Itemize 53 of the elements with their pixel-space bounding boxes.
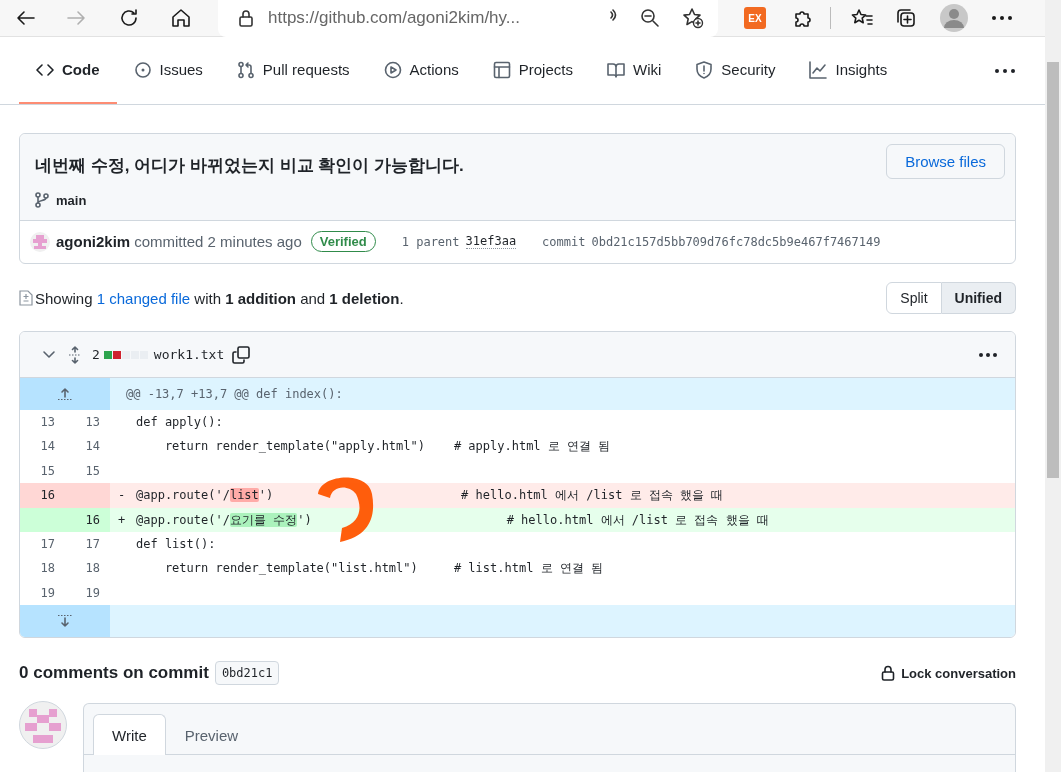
commit-title: 네번째 수정, 어디가 바뀌었는지 비교 확인이 가능합니다. bbox=[35, 155, 464, 177]
line-number[interactable]: 13 bbox=[65, 410, 110, 435]
line-number[interactable]: 19 bbox=[20, 580, 65, 606]
line-number[interactable]: 14 bbox=[20, 434, 65, 459]
nav-tab[interactable]: Actions bbox=[366, 37, 476, 104]
author-link[interactable]: agoni2kim bbox=[56, 233, 131, 250]
address-bar[interactable]: https://github.com/agoni2kim/hy... bbox=[218, 0, 718, 37]
nav-tab[interactable]: Security bbox=[678, 37, 793, 104]
line-number[interactable]: 16 bbox=[65, 507, 110, 532]
view-toggle-button[interactable]: Split bbox=[886, 282, 942, 314]
nav-tab[interactable]: Insights bbox=[792, 37, 905, 104]
line-number[interactable]: 18 bbox=[20, 556, 65, 581]
diff-sign: + bbox=[117, 511, 127, 529]
code-line: @app.route('/요기를 수정') # hello.html 에서 /list 로 접속 했을 때 bbox=[136, 512, 769, 527]
editor-tab[interactable]: Preview bbox=[165, 714, 258, 756]
line-number[interactable]: 15 bbox=[65, 458, 110, 484]
code-line: return render_template("apply.html") # apply.html 로 연결 됨 bbox=[163, 439, 611, 454]
code-line: return render_template("list.html") # list.html 로 연결 됨 bbox=[163, 561, 604, 576]
nav-tab[interactable]: Code bbox=[19, 37, 117, 104]
line-number[interactable]: 17 bbox=[20, 531, 65, 557]
diff-summary-text: Showing 1 changed file with 1 addition and 1 deletion. bbox=[35, 289, 405, 307]
line-number[interactable]: 16 bbox=[20, 483, 65, 508]
commit-sha-label: 0bd21c1 bbox=[214, 661, 280, 686]
line-number[interactable]: 13 bbox=[20, 410, 65, 435]
commit-label: commit bbox=[542, 234, 586, 249]
line-number[interactable]: 15 bbox=[20, 458, 65, 484]
hunk-header: @@ -13,7 +13,7 @@ def index(): bbox=[125, 386, 344, 403]
code-line: def apply(): bbox=[136, 415, 223, 429]
nav-tab[interactable]: Wiki bbox=[589, 37, 679, 104]
change-count: 2 bbox=[92, 347, 100, 362]
commit-time: committed 2 minutes ago bbox=[134, 233, 302, 250]
view-toggle-button[interactable]: Unified bbox=[941, 282, 1016, 314]
nav-tab[interactable]: Issues bbox=[116, 37, 220, 104]
comments-heading: 0 comments on commit bbox=[19, 663, 209, 684]
code-line: @app.route('/list') # hello.html 에서 /list 로 접속 했을 때 bbox=[136, 488, 724, 503]
line-number[interactable]: 19 bbox=[65, 580, 110, 606]
browse-files-button[interactable]: Browse files bbox=[886, 144, 1005, 179]
changed-files-link[interactable]: 1 changed file bbox=[96, 289, 191, 307]
code-line: def list(): bbox=[136, 536, 216, 551]
nav-tab[interactable]: Pull requests bbox=[219, 37, 367, 104]
line-number[interactable]: 18 bbox=[65, 556, 110, 581]
diff-sign: - bbox=[117, 487, 127, 505]
url-text: https://github.com/agoni2kim/hy... bbox=[268, 8, 521, 28]
lock-conversation-link[interactable]: Lock conversation bbox=[881, 665, 1016, 682]
editor-tab[interactable]: Write bbox=[93, 714, 166, 756]
parent-sha-link[interactable]: 31ef3aa bbox=[465, 234, 517, 249]
file-name[interactable]: work1.txt bbox=[153, 347, 225, 362]
commit-sha: 0bd21c157d5bb709d76fc78dc5b9e467f7467149 bbox=[591, 234, 881, 249]
line-number[interactable]: 14 bbox=[65, 434, 110, 459]
branch-name[interactable]: main bbox=[56, 192, 87, 208]
nav-tab[interactable]: Projects bbox=[475, 37, 590, 104]
parent-label: 1 parent bbox=[401, 234, 460, 249]
line-number[interactable]: 17 bbox=[65, 531, 110, 557]
